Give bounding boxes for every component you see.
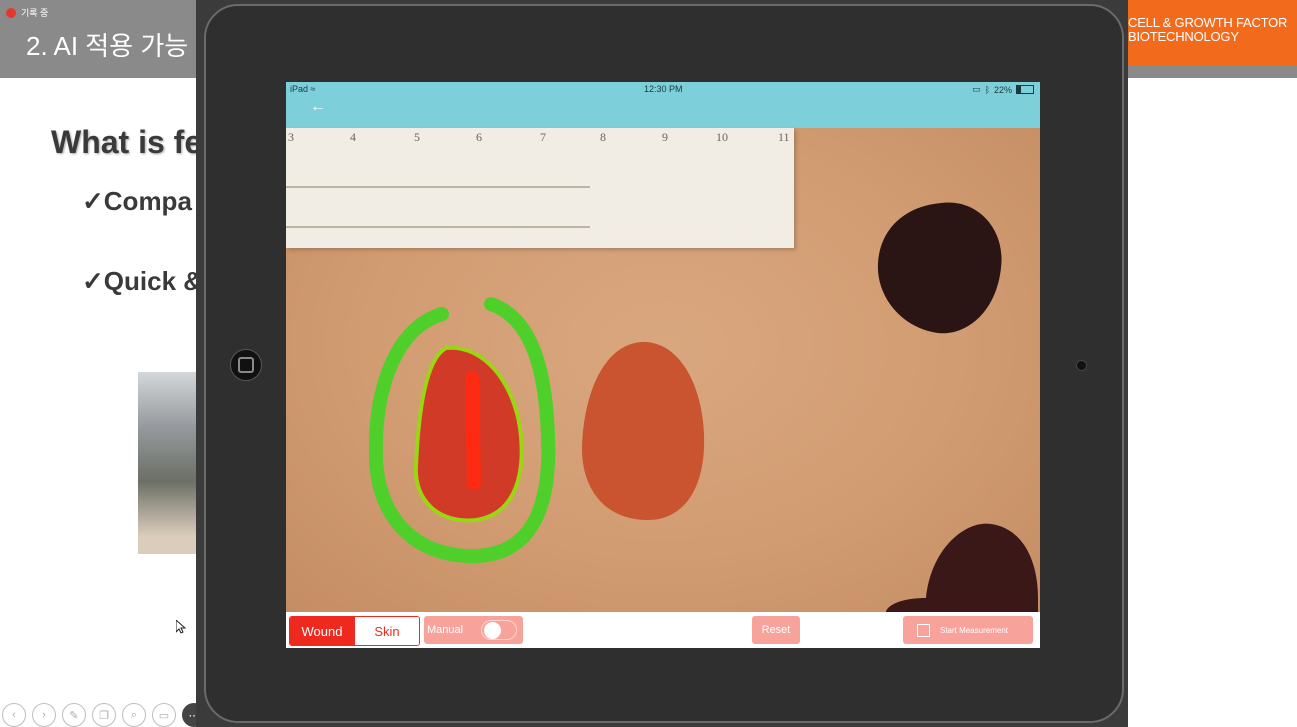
recording-badge: 기록 중 [6, 6, 48, 19]
wound-button[interactable]: Wound [290, 617, 354, 645]
wifi-icon: ≈ [310, 84, 316, 94]
wound-stroke [465, 371, 481, 490]
bullet-item: ✓Quick & [82, 266, 203, 296]
measurement-overlay [368, 202, 1038, 612]
home-button-icon[interactable] [230, 349, 262, 381]
device-label: iPad ≈ [290, 84, 316, 94]
battery-percent: 22% [993, 84, 1012, 95]
status-time: 12:30 PM [644, 84, 683, 94]
control-bar: Wound Skin Manual Reset Start Measuremen… [286, 612, 1040, 648]
battery-icon [1016, 85, 1034, 94]
pen-icon[interactable]: ✎ [62, 703, 86, 727]
fuzzy-marker [886, 523, 1038, 612]
slide-question: What is fe [51, 124, 203, 160]
presenter-toolbar: ‹ › ✎ ❐ ⌕ ▭ ⋯ [0, 703, 206, 727]
manual-label: Manual [427, 624, 464, 636]
company-line-1: CELL & GROWTH FACTOR [1128, 15, 1288, 30]
airplay-icon: ▭ [972, 84, 981, 94]
presenter-photo [138, 372, 198, 554]
mouse-cursor-icon [175, 618, 187, 637]
copy-icon[interactable]: ❐ [92, 703, 116, 727]
status-right: ▭ ᛒ 22% [972, 84, 1034, 95]
dark-marker [877, 202, 1002, 334]
back-arrow-icon[interactable]: ← [310, 98, 326, 116]
zoom-icon[interactable]: ⌕ [122, 703, 146, 727]
recording-label: 기록 중 [21, 8, 49, 18]
company-name: CELL & GROWTH FACTOR BIOTECHNOLOGY [1128, 16, 1287, 44]
bluetooth-icon: ᛒ [984, 84, 990, 95]
app-status-bar: iPad ≈ 12:30 PM ▭ ᛒ 22% ← [286, 82, 1040, 128]
next-icon[interactable]: › [32, 703, 56, 727]
square-icon [917, 623, 930, 637]
reference-wound [581, 342, 705, 520]
bullet-item: ✓Compa [82, 186, 192, 216]
company-line-2: BIOTECHNOLOGY [1128, 29, 1239, 44]
manual-toggle-group: Manual [424, 616, 523, 644]
manual-toggle[interactable] [481, 620, 517, 640]
camera-view: 3 4 5 6 7 8 9 10 11 [286, 128, 1040, 612]
prev-icon[interactable]: ‹ [2, 703, 26, 727]
ipad-screen: iPad ≈ 12:30 PM ▭ ᛒ 22% ← 3 4 5 6 7 8 9 … [286, 82, 1040, 648]
slide-title: 2. AI 적용 가능 [26, 31, 189, 61]
front-camera-icon [1076, 360, 1087, 371]
start-measurement-label: Start Measurement [940, 625, 1009, 635]
start-measurement-button[interactable]: Start Measurement [903, 616, 1033, 644]
screen-icon[interactable]: ▭ [152, 703, 176, 727]
record-icon [6, 7, 16, 18]
toggle-knob [484, 622, 501, 639]
reset-button[interactable]: Reset [752, 616, 800, 644]
skin-button[interactable]: Skin [354, 617, 419, 645]
mode-segmented-control: Wound Skin [289, 616, 420, 646]
